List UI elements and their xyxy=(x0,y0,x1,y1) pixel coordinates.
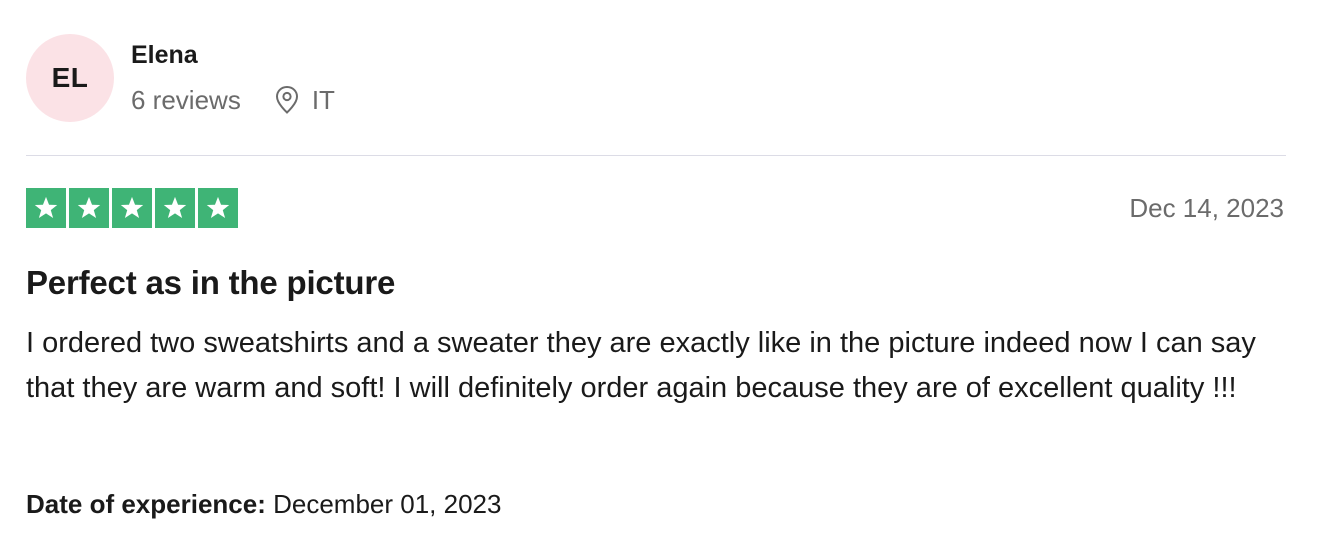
avatar[interactable]: EL xyxy=(26,34,114,122)
avatar-initials: EL xyxy=(51,62,89,93)
star-icon xyxy=(198,188,238,228)
location-pin-icon xyxy=(275,85,298,114)
divider xyxy=(26,155,1286,156)
date-of-experience: Date of experience: December 01, 2023 xyxy=(26,488,501,520)
experience-date: December 01, 2023 xyxy=(273,489,502,519)
experience-label: Date of experience: xyxy=(26,489,266,519)
star-icon xyxy=(112,188,152,228)
star-rating xyxy=(26,188,238,228)
reviewer-meta: 6 reviews IT xyxy=(131,84,335,116)
location-code: IT xyxy=(311,85,335,115)
star-icon xyxy=(69,188,109,228)
star-icon xyxy=(26,188,66,228)
review-title[interactable]: Perfect as in the picture xyxy=(26,264,395,302)
review-date: Dec 14, 2023 xyxy=(1129,193,1284,223)
reviewer-name[interactable]: Elena xyxy=(131,40,198,70)
review-body: I ordered two sweatshirts and a sweater … xyxy=(26,327,1256,404)
star-icon xyxy=(155,188,195,228)
review-count: 6 reviews xyxy=(131,85,241,115)
reviewer-location: IT xyxy=(274,84,335,116)
